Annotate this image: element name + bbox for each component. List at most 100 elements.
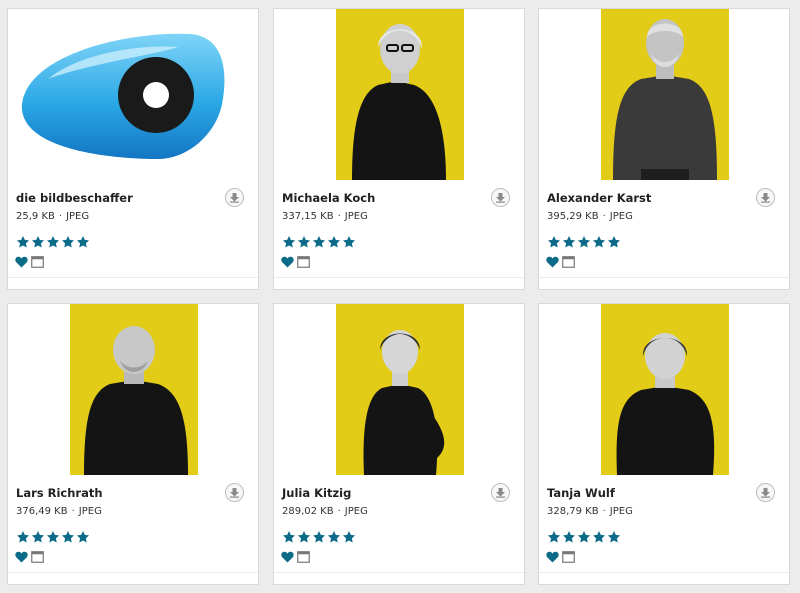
file-size: 376,49 KB: [16, 506, 68, 517]
file-format: JPEG: [609, 211, 633, 222]
heart-icon[interactable]: [281, 256, 294, 268]
asset-card[interactable]: Tanja Wulf 328,79 KB · JPEG: [538, 303, 790, 585]
star-rating[interactable]: [16, 530, 90, 544]
star-icon[interactable]: [607, 235, 621, 249]
window-icon[interactable]: [297, 551, 310, 563]
asset-title[interactable]: die bildbeschaffer: [16, 191, 133, 205]
asset-thumbnail[interactable]: [8, 9, 258, 180]
star-rating[interactable]: [547, 530, 621, 544]
star-icon[interactable]: [547, 235, 561, 249]
download-icon: [496, 488, 505, 498]
meta-separator: ·: [71, 506, 75, 517]
heart-icon[interactable]: [15, 256, 28, 268]
asset-card[interactable]: Michaela Koch 337,15 KB · JPEG: [273, 8, 525, 290]
star-rating[interactable]: [547, 235, 621, 249]
star-icon[interactable]: [342, 530, 356, 544]
star-icon[interactable]: [327, 235, 341, 249]
star-icon[interactable]: [16, 530, 30, 544]
asset-meta: 25,9 KB · JPEG: [16, 211, 89, 222]
asset-card[interactable]: Alexander Karst 395,29 KB · JPEG: [538, 8, 790, 290]
asset-meta: 328,79 KB · JPEG: [547, 506, 633, 517]
download-icon: [496, 193, 505, 203]
file-size: 395,29 KB: [547, 211, 599, 222]
star-icon[interactable]: [592, 235, 606, 249]
card-divider: [539, 277, 789, 278]
asset-meta: 376,49 KB · JPEG: [16, 506, 102, 517]
star-icon[interactable]: [547, 530, 561, 544]
meta-separator: ·: [337, 506, 341, 517]
file-size: 25,9 KB: [16, 211, 55, 222]
download-button[interactable]: [491, 188, 510, 207]
star-icon[interactable]: [312, 235, 326, 249]
file-format: JPEG: [344, 211, 368, 222]
file-format: JPEG: [344, 506, 368, 517]
download-button[interactable]: [491, 483, 510, 502]
window-icon[interactable]: [562, 551, 575, 563]
portrait-photo: [336, 9, 464, 180]
asset-thumbnail[interactable]: [274, 9, 524, 180]
window-icon[interactable]: [297, 256, 310, 268]
star-icon[interactable]: [592, 530, 606, 544]
asset-thumbnail[interactable]: [8, 304, 258, 475]
asset-thumbnail[interactable]: [274, 304, 524, 475]
asset-actions: [546, 551, 575, 563]
star-icon[interactable]: [46, 530, 60, 544]
download-button[interactable]: [756, 188, 775, 207]
star-icon[interactable]: [327, 530, 341, 544]
window-icon[interactable]: [562, 256, 575, 268]
asset-actions: [15, 256, 44, 268]
star-icon[interactable]: [297, 235, 311, 249]
star-rating[interactable]: [16, 235, 90, 249]
heart-icon[interactable]: [281, 551, 294, 563]
logo-eye-icon: [21, 33, 225, 159]
asset-card[interactable]: Lars Richrath 376,49 KB · JPEG: [7, 303, 259, 585]
heart-icon[interactable]: [15, 551, 28, 563]
star-icon[interactable]: [46, 235, 60, 249]
card-divider: [8, 277, 258, 278]
star-icon[interactable]: [31, 530, 45, 544]
card-divider: [539, 572, 789, 573]
asset-title[interactable]: Lars Richrath: [16, 486, 103, 500]
star-icon[interactable]: [562, 530, 576, 544]
asset-thumbnail[interactable]: [539, 304, 789, 475]
meta-separator: ·: [337, 211, 341, 222]
star-icon[interactable]: [342, 235, 356, 249]
asset-title[interactable]: Julia Kitzig: [282, 486, 351, 500]
star-icon[interactable]: [577, 530, 591, 544]
heart-icon[interactable]: [546, 256, 559, 268]
card-divider: [274, 277, 524, 278]
star-icon[interactable]: [76, 530, 90, 544]
star-icon[interactable]: [562, 235, 576, 249]
star-icon[interactable]: [76, 235, 90, 249]
star-icon[interactable]: [297, 530, 311, 544]
portrait-photo: [336, 304, 464, 475]
star-icon[interactable]: [61, 530, 75, 544]
asset-card[interactable]: die bildbeschaffer 25,9 KB · JPEG: [7, 8, 259, 290]
star-icon[interactable]: [577, 235, 591, 249]
asset-card[interactable]: Julia Kitzig 289,02 KB · JPEG: [273, 303, 525, 585]
asset-title[interactable]: Michaela Koch: [282, 191, 375, 205]
star-icon[interactable]: [16, 235, 30, 249]
asset-meta: 337,15 KB · JPEG: [282, 211, 368, 222]
portrait-photo: [601, 304, 729, 475]
asset-thumbnail[interactable]: [539, 9, 789, 180]
star-icon[interactable]: [282, 530, 296, 544]
asset-title[interactable]: Alexander Karst: [547, 191, 651, 205]
star-icon[interactable]: [61, 235, 75, 249]
card-divider: [274, 572, 524, 573]
asset-title[interactable]: Tanja Wulf: [547, 486, 615, 500]
star-icon[interactable]: [31, 235, 45, 249]
download-button[interactable]: [225, 483, 244, 502]
star-icon[interactable]: [607, 530, 621, 544]
window-icon[interactable]: [31, 551, 44, 563]
file-format: JPEG: [78, 506, 102, 517]
star-rating[interactable]: [282, 530, 356, 544]
download-button[interactable]: [756, 483, 775, 502]
download-button[interactable]: [225, 188, 244, 207]
star-icon[interactable]: [312, 530, 326, 544]
star-icon[interactable]: [282, 235, 296, 249]
window-icon[interactable]: [31, 256, 44, 268]
heart-icon[interactable]: [546, 551, 559, 563]
star-rating[interactable]: [282, 235, 356, 249]
asset-actions: [281, 256, 310, 268]
